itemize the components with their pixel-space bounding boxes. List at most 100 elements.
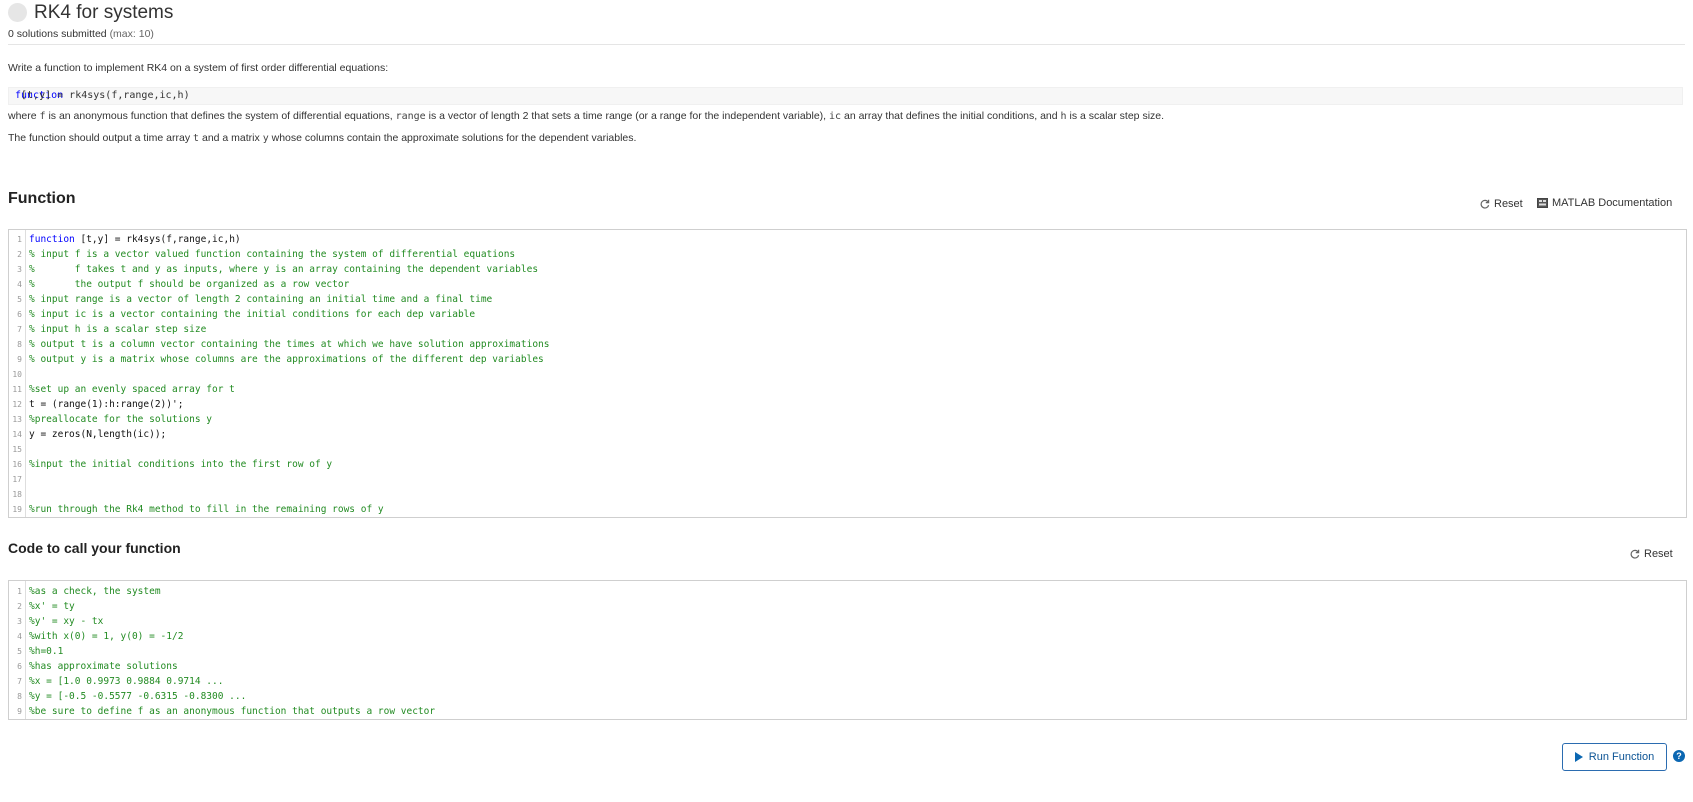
- description-text: and a matrix: [199, 132, 263, 144]
- line-number: 6: [17, 662, 22, 671]
- code-text: y = zeros(N,length(ic));: [29, 427, 166, 442]
- submissions-text: 0 solutions submitted: [8, 28, 107, 40]
- line-number: 9: [17, 355, 22, 364]
- code-line[interactable]: 7 %x = [1.0 0.9973 0.9884 0.9714 ...: [9, 674, 1686, 689]
- inline-code: range: [395, 111, 426, 122]
- help-icon[interactable]: ?: [1673, 750, 1685, 762]
- code-comment: %as a check, the system: [29, 586, 161, 597]
- description-text: is a vector of length 2 that sets a time…: [425, 110, 830, 122]
- code-line[interactable]: 12 t = (range(1):h:range(2))';: [9, 397, 1686, 412]
- function-reset-button[interactable]: Reset: [1480, 198, 1523, 210]
- code-statement: [t,y] = rk4sys(f,range,ic,h): [74, 234, 241, 245]
- code-line[interactable]: 3 % f takes t and y as inputs, where y is…: [9, 262, 1686, 277]
- code-line[interactable]: 7 % input h is a scalar step size: [9, 322, 1686, 337]
- code-text: %has approximate solutions: [29, 659, 178, 674]
- code-line[interactable]: 3 %y' = xy - tx: [9, 614, 1686, 629]
- code-text: %y' = xy - tx: [29, 614, 103, 629]
- description-text: is a scalar step size.: [1066, 110, 1165, 122]
- inline-code: ic: [829, 111, 842, 122]
- line-number: 12: [12, 400, 22, 409]
- line-number: 19: [12, 505, 22, 514]
- code-line[interactable]: 17: [9, 472, 1686, 487]
- code-text: %set up an evenly spaced array for t: [29, 382, 235, 397]
- description-paragraph-3: The function should output a time array …: [8, 132, 636, 144]
- code-comment: %input the initial conditions into the f…: [29, 459, 333, 470]
- line-number: 14: [12, 430, 22, 439]
- description-text: an array that defines the initial condit…: [841, 110, 1061, 122]
- code-line[interactable]: 1 %as a check, the system: [9, 584, 1686, 599]
- code-text: t = (range(1):h:range(2))';: [29, 397, 183, 412]
- line-number: 13: [12, 415, 22, 424]
- code-line[interactable]: 15: [9, 442, 1686, 457]
- function-code-editor[interactable]: 1 function [t,y] = rk4sys(f,range,ic,h) 2%…: [8, 229, 1687, 518]
- code-line[interactable]: 9 % output y is a matrix whose columns ar…: [9, 352, 1686, 367]
- code-comment: % output y is a matrix whose columns are…: [29, 354, 544, 365]
- code-statement: y = zeros(N,length(ic));: [29, 429, 167, 440]
- code-line[interactable]: 16 %input the initial conditions into the…: [9, 457, 1686, 472]
- line-number: 5: [17, 647, 22, 656]
- code-line[interactable]: 14 y = zeros(N,length(ic));: [9, 427, 1686, 442]
- code-comment: % the output f should be organized as a …: [29, 279, 350, 290]
- code-line[interactable]: 19 %run through the Rk4 method to fill in…: [9, 502, 1686, 517]
- line-number: 4: [17, 632, 22, 641]
- reset-icon: [1480, 199, 1490, 209]
- line-number: 1: [17, 587, 22, 596]
- code-text: %y = [-0.5 -0.5577 -0.6315 -0.8300 ...: [29, 689, 246, 704]
- line-number: 1: [17, 235, 22, 244]
- code-line[interactable]: 5 % input range is a vector of length 2 c…: [9, 292, 1686, 307]
- code-comment: % f takes t and y as inputs, where y is …: [29, 264, 539, 275]
- code-line[interactable]: 4 % the output f should be organized as a…: [9, 277, 1686, 292]
- code-line[interactable]: 10: [9, 367, 1686, 382]
- code-comment: %y = [-0.5 -0.5577 -0.6315 -0.8300 ...: [29, 691, 247, 702]
- code-line[interactable]: 13 %preallocate for the solutions y: [9, 412, 1686, 427]
- description-intro: Write a function to implement RK4 on a s…: [8, 62, 389, 74]
- submission-count: 0 solutions submitted (max: 10): [8, 28, 154, 40]
- line-number: 15: [12, 445, 22, 454]
- matlab-documentation-link[interactable]: MATLAB Documentation: [1537, 197, 1672, 209]
- code-line[interactable]: 6 %has approximate solutions: [9, 659, 1686, 674]
- code-text: %as a check, the system: [29, 584, 161, 599]
- line-number: 7: [17, 677, 22, 686]
- line-number: 8: [17, 340, 22, 349]
- line-number: 4: [17, 280, 22, 289]
- code-comment: % input h is a scalar step size: [29, 324, 207, 335]
- description-text: is an anonymous function that defines th…: [45, 110, 396, 122]
- code-line[interactable]: 8 % output t is a column vector containin…: [9, 337, 1686, 352]
- code-text: %input the initial conditions into the f…: [29, 457, 332, 472]
- description-text: The function should output a time array: [8, 132, 194, 144]
- code-line[interactable]: 11 %set up an evenly spaced array for t: [9, 382, 1686, 397]
- code-line[interactable]: 2 % input f is a vector valued function c…: [9, 247, 1686, 262]
- code-line[interactable]: 18: [9, 487, 1686, 502]
- code-line[interactable]: 2 %x' = ty: [9, 599, 1686, 614]
- matlab-documentation-label: MATLAB Documentation: [1552, 197, 1673, 209]
- run-function-button[interactable]: Run Function: [1562, 743, 1667, 771]
- page-title: RK4 for systems: [34, 2, 174, 23]
- status-circle-icon: [8, 3, 27, 22]
- code-comment: %with x(0) = 1, y(0) = -1/2: [29, 631, 184, 642]
- code-line[interactable]: 9 %be sure to define f as an anonymous fu…: [9, 704, 1686, 719]
- code-text: % input f is a vector valued function co…: [29, 247, 515, 262]
- line-number: 6: [17, 310, 22, 319]
- code-text: % the output f should be organized as a …: [29, 277, 349, 292]
- code-line[interactable]: 1 function [t,y] = rk4sys(f,range,ic,h): [9, 232, 1686, 247]
- line-number: 2: [17, 602, 22, 611]
- code-line[interactable]: 5 %h=0.1: [9, 644, 1686, 659]
- call-code-editor[interactable]: 1 %as a check, the system 2 %x' = ty 3 %y' = …: [8, 580, 1687, 720]
- call-reset-button[interactable]: Reset: [1630, 548, 1673, 560]
- code-comment: %y' = xy - tx: [29, 616, 104, 627]
- code-comment: %has approximate solutions: [29, 661, 178, 672]
- code-text: % input h is a scalar step size: [29, 322, 206, 337]
- function-reset-label: Reset: [1494, 198, 1523, 210]
- code-comment: % output t is a column vector containing…: [29, 339, 550, 350]
- code-text: %preallocate for the solutions y: [29, 412, 212, 427]
- matlab-doc-icon: [1537, 198, 1548, 208]
- code-line[interactable]: 6 % input ic is a vector containing the i…: [9, 307, 1686, 322]
- code-statement: t = (range(1):h:range(2))';: [29, 399, 184, 410]
- code-comment: %x = [1.0 0.9973 0.9884 0.9714 ...: [29, 676, 224, 687]
- reset-icon: [1630, 549, 1640, 559]
- line-number: 10: [12, 370, 22, 379]
- code-line[interactable]: 4 %with x(0) = 1, y(0) = -1/2: [9, 629, 1686, 644]
- code-line[interactable]: 8 %y = [-0.5 -0.5577 -0.6315 -0.8300 ...: [9, 689, 1686, 704]
- code-keyword: function: [29, 234, 75, 245]
- signature-rest: [t,y] = rk4sys(f,range,ic,h): [15, 90, 190, 101]
